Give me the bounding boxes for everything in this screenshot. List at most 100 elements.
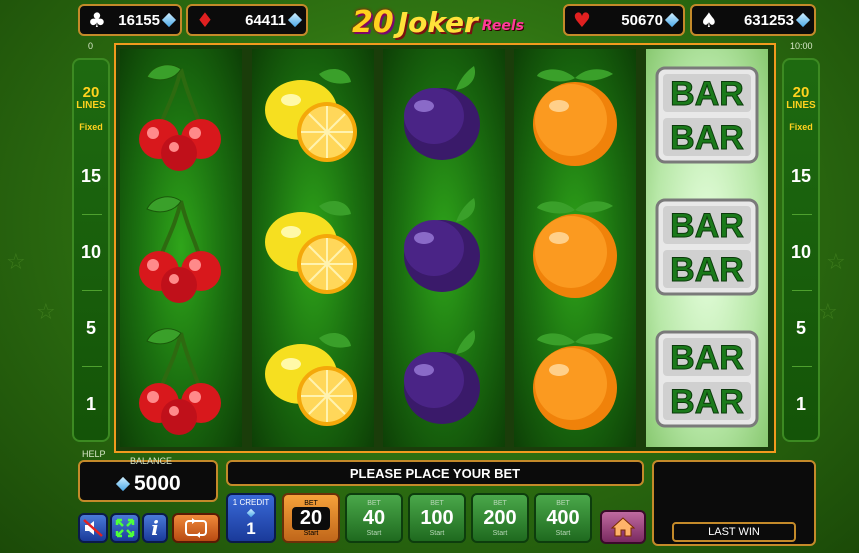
line-number[interactable]: 15	[74, 166, 108, 187]
bet-label: BET	[493, 499, 507, 507]
svg-text:BAR: BAR	[670, 251, 744, 289]
reel-3	[383, 49, 505, 447]
bet-start-label: Start	[429, 529, 445, 537]
lemon-symbol	[252, 181, 374, 313]
fullscreen-icon	[115, 518, 135, 538]
diamonds-icon: ♦	[196, 8, 214, 32]
diamond-gem-icon	[795, 12, 811, 28]
line-number[interactable]: 5	[74, 318, 108, 339]
divider	[792, 366, 812, 367]
jackpot-value: 50670	[621, 11, 663, 29]
bet-start-label: Start	[303, 529, 319, 537]
game-logo: 20 Joker Reels	[342, 2, 534, 42]
bet-value: 400	[546, 506, 580, 529]
jackpot-clubs: ♣ 16155	[78, 4, 182, 36]
message-bar: PLEASE PLACE YOUR BET	[226, 460, 644, 486]
info-icon: i	[151, 516, 159, 540]
svg-text:BAR: BAR	[670, 207, 744, 245]
bet-button-20[interactable]: BET 20 Start	[282, 493, 340, 543]
sound-mute-icon	[83, 519, 103, 537]
divider	[82, 366, 102, 367]
svg-text:BAR: BAR	[670, 383, 744, 421]
autoplay-icon	[185, 518, 207, 538]
reel-5: BAR BAR BAR BAR BAR BAR	[646, 49, 768, 447]
credit-button[interactable]: 1 CREDIT 1	[226, 493, 276, 543]
diamond-gem-icon	[115, 476, 131, 492]
divider	[82, 214, 102, 215]
bet-button-200[interactable]: BET 200 Start	[471, 493, 529, 543]
balance-label: BALANCE	[130, 456, 173, 466]
line-number[interactable]: 10	[74, 242, 108, 263]
diamond-gem-icon	[161, 12, 177, 28]
credit-value: 1	[246, 518, 256, 538]
cherry-symbol	[120, 181, 242, 313]
lines-count: 20 LINES	[76, 84, 106, 111]
bet-value: 20	[291, 506, 331, 530]
divider	[82, 290, 102, 291]
bet-value: 100	[420, 506, 454, 529]
orange-symbol	[514, 313, 636, 445]
plum-symbol	[383, 313, 505, 445]
logo-sub: Reels	[481, 18, 525, 34]
balance-value: 5000	[134, 472, 181, 495]
clock: 10:00	[790, 41, 813, 51]
home-button[interactable]	[600, 510, 646, 544]
message-text: PLEASE PLACE YOUR BET	[349, 465, 521, 481]
line-number[interactable]: 15	[784, 166, 818, 187]
cherry-symbol	[120, 49, 242, 181]
bet-label: BET	[556, 499, 570, 507]
logo-number: 20	[351, 4, 394, 40]
line-number[interactable]: 1	[74, 394, 108, 415]
last-win-label: LAST WIN	[672, 522, 796, 542]
svg-text:BAR: BAR	[670, 75, 744, 113]
top-left-counter: 0	[88, 41, 94, 51]
jackpot-hearts: ♥ 50670	[563, 4, 685, 36]
line-number[interactable]: 10	[784, 242, 818, 263]
divider	[792, 214, 812, 215]
bet-start-label: Start	[366, 529, 382, 537]
jackpot-value: 631253	[743, 11, 794, 29]
svg-text:BAR: BAR	[670, 339, 744, 377]
diamond-gem-icon	[287, 12, 303, 28]
balance-box: BALANCE 5000	[78, 456, 218, 502]
line-number[interactable]: 5	[784, 318, 818, 339]
help-label: HELP	[82, 449, 106, 459]
bet-value: 200	[483, 506, 517, 529]
orange-symbol	[514, 49, 636, 181]
info-button[interactable]: i	[142, 513, 168, 543]
credit-label: 1 CREDIT	[232, 497, 270, 507]
reel-1	[120, 49, 242, 447]
lines-panel-left: 20 LINES Fixed 15 10 5 1	[72, 58, 110, 442]
bet-label: BET	[304, 499, 318, 507]
fullscreen-button[interactable]	[110, 513, 140, 543]
jackpot-value: 64411	[245, 11, 286, 29]
lines-panel-right: 20 LINES Fixed 15 10 5 1	[782, 58, 820, 442]
svg-text:BAR: BAR	[670, 119, 744, 157]
jackpot-diamonds: ♦ 64411	[186, 4, 308, 36]
autoplay-button[interactable]	[172, 513, 220, 543]
spades-icon: ♠	[700, 8, 718, 32]
bet-button-100[interactable]: BET 100 Start	[408, 493, 466, 543]
hearts-icon: ♥	[573, 8, 591, 32]
bet-button-40[interactable]: BET 40 Start	[345, 493, 403, 543]
background-star: ☆	[826, 250, 846, 275]
bet-label: BET	[367, 499, 381, 507]
background-star: ☆	[818, 300, 838, 325]
bet-start-label: Start	[555, 529, 571, 537]
reels-area: BAR BAR BAR BAR BAR BAR	[114, 43, 776, 453]
lines-count: 20 LINES	[786, 84, 816, 111]
bet-value: 40	[362, 506, 386, 529]
line-number[interactable]: 1	[784, 394, 818, 415]
reel-2	[252, 49, 374, 447]
sound-mute-button[interactable]	[78, 513, 108, 543]
last-win-box: LAST WIN	[652, 460, 816, 546]
cherry-symbol	[120, 313, 242, 445]
divider	[792, 290, 812, 291]
clubs-icon: ♣	[88, 8, 106, 32]
lines-fixed-label: Fixed	[79, 122, 103, 132]
lemon-symbol	[252, 313, 374, 445]
logo-word: Joker	[397, 5, 478, 39]
reel-4	[514, 49, 636, 447]
bet-button-400[interactable]: BET 400 Start	[534, 493, 592, 543]
background-star: ☆	[6, 250, 26, 275]
